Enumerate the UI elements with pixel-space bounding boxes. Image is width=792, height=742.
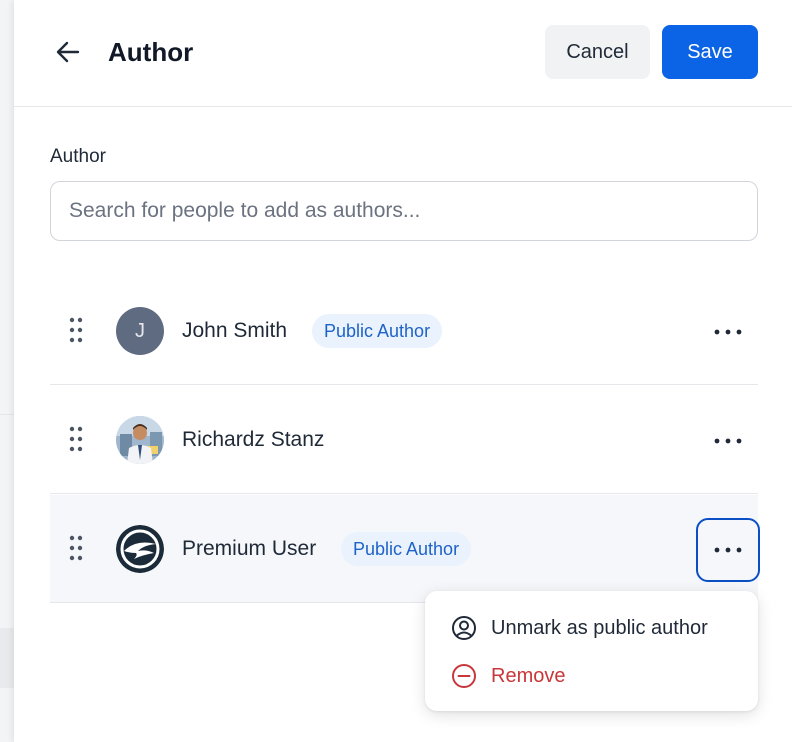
minus-circle-icon [452, 664, 476, 688]
drag-handle-icon[interactable] [68, 426, 84, 452]
back-button[interactable] [52, 36, 84, 68]
drag-handle-icon[interactable] [68, 317, 84, 343]
save-button[interactable]: Save [662, 25, 758, 79]
avatar [116, 416, 164, 464]
more-options-button[interactable] [696, 300, 760, 364]
panel-header: Author Cancel Save [14, 0, 792, 107]
author-row: Premium User Public Author [50, 495, 760, 603]
background-band [0, 628, 14, 688]
menu-item-label: Unmark as public author [491, 616, 708, 639]
more-options-button[interactable] [696, 409, 760, 473]
user-circle-icon [452, 616, 476, 640]
author-options-menu: Unmark as public author Remove [425, 591, 758, 711]
avatar: J [116, 307, 164, 355]
author-row: J John Smith Public Author [50, 277, 758, 385]
author-row: Richardz Stanz [50, 386, 758, 494]
more-horizontal-icon [714, 329, 742, 335]
background-divider [0, 414, 14, 415]
menu-item-remove[interactable]: Remove [425, 654, 758, 698]
more-horizontal-icon [714, 438, 742, 444]
person-photo-icon [116, 416, 164, 464]
author-name: Premium User [182, 537, 317, 560]
drag-handle-icon[interactable] [68, 535, 84, 561]
brand-logo-icon [116, 525, 164, 573]
public-author-badge: Public Author [341, 532, 472, 566]
page-title: Author [108, 37, 194, 67]
author-name: Richardz Stanz [182, 428, 325, 451]
more-horizontal-icon [714, 547, 742, 553]
background-page [0, 0, 14, 742]
author-field-label: Author [50, 146, 106, 167]
menu-item-unmark-public-author[interactable]: Unmark as public author [425, 606, 758, 650]
author-name: John Smith [182, 319, 288, 342]
public-author-badge: Public Author [312, 314, 443, 348]
author-panel: Author Cancel Save Author J John Smith P… [14, 0, 792, 742]
arrow-left-icon [56, 41, 80, 63]
author-search-input[interactable] [50, 181, 758, 241]
cancel-button[interactable]: Cancel [545, 25, 650, 79]
menu-item-label: Remove [491, 664, 566, 687]
avatar [116, 525, 164, 573]
more-options-button[interactable] [696, 518, 760, 582]
